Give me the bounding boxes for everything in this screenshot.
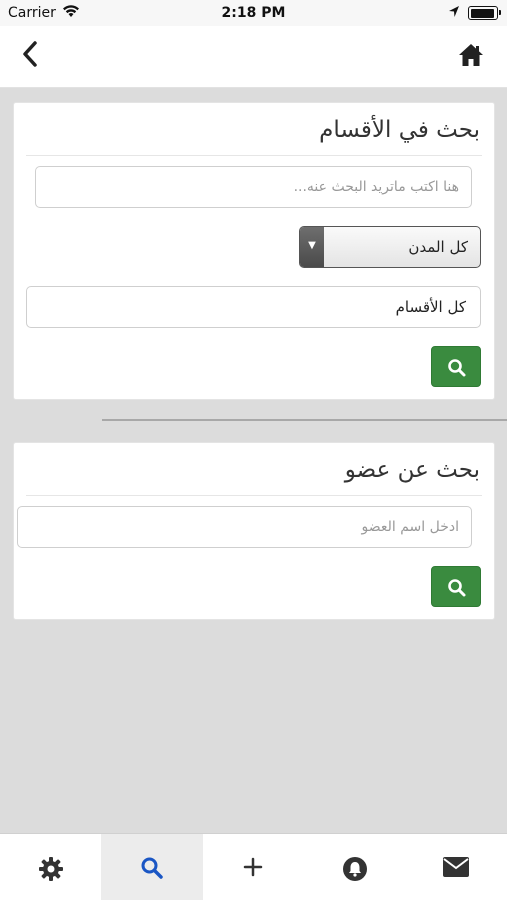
city-select[interactable]: كل المدن ▼ [299, 226, 481, 268]
section-search-card: بحث في الأقسام كل المدن ▼ كل الأقسام [13, 102, 495, 400]
title-divider [26, 495, 482, 496]
section-search-button[interactable] [431, 346, 481, 387]
mail-icon [443, 857, 470, 877]
bottom-tab-bar [0, 833, 507, 900]
section-divider [102, 419, 507, 421]
tab-settings[interactable] [0, 834, 101, 900]
member-search-title: بحث عن عضو [344, 457, 480, 483]
dropdown-arrow-icon: ▼ [300, 227, 324, 267]
member-name-input[interactable] [17, 506, 472, 548]
city-select-value: كل المدن [408, 238, 468, 256]
battery-icon [468, 6, 501, 20]
gear-icon [38, 857, 63, 881]
bell-icon [342, 857, 367, 881]
category-select[interactable]: كل الأقسام [26, 286, 481, 328]
search-query-input[interactable] [35, 166, 472, 208]
category-select-value: كل الأقسام [395, 298, 466, 316]
search-icon [141, 857, 163, 879]
home-icon[interactable] [458, 43, 484, 71]
tab-notifications[interactable] [304, 834, 405, 900]
title-divider [26, 155, 482, 156]
navigation-bar [0, 26, 507, 88]
section-search-title: بحث في الأقسام [319, 117, 480, 143]
back-chevron-icon[interactable] [20, 40, 40, 72]
tab-messages[interactable] [406, 834, 507, 900]
plus-icon [244, 857, 263, 877]
search-icon [448, 579, 466, 597]
search-icon [448, 359, 466, 377]
status-time: 2:18 PM [221, 5, 286, 21]
tab-add[interactable] [203, 834, 304, 900]
member-search-card: بحث عن عضو [13, 442, 495, 620]
tab-search[interactable] [101, 834, 203, 900]
location-arrow-icon [448, 5, 460, 22]
status-bar: Carrier 2:18 PM [0, 0, 507, 26]
member-search-button[interactable] [431, 566, 481, 607]
